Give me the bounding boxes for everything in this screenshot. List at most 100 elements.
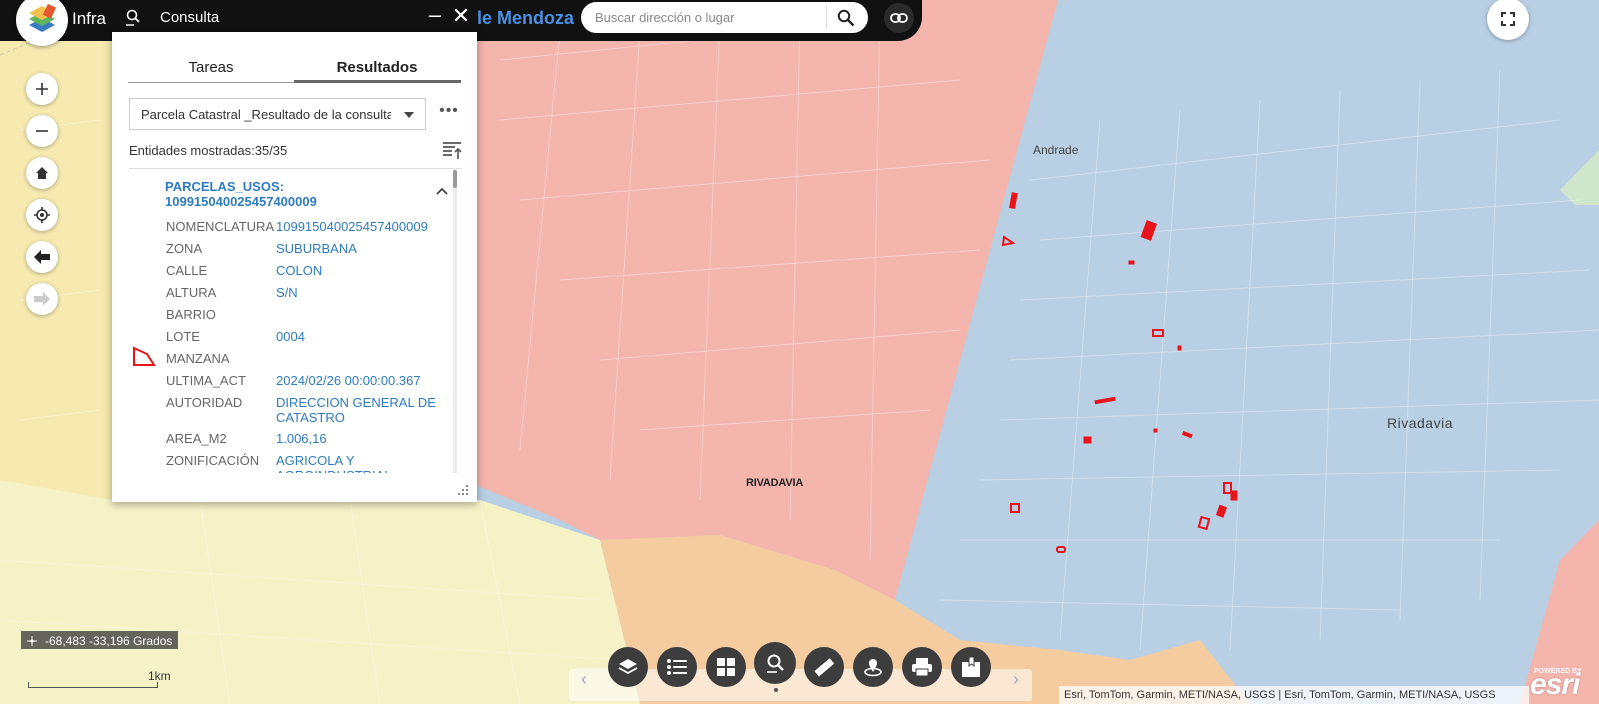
parcel	[1153, 428, 1158, 433]
panel-title: Consulta	[160, 9, 220, 26]
location-icon	[864, 659, 882, 677]
link-icon	[890, 13, 908, 23]
sort-button[interactable]	[442, 140, 462, 160]
coordinates-widget[interactable]: -68,483 -33,196 Grados	[21, 631, 179, 649]
chevron-up-icon	[436, 187, 448, 195]
toolbar-prev-button[interactable]: ‹	[574, 669, 594, 690]
attribute-value: 1.006,16	[276, 431, 327, 446]
search-icon	[837, 9, 855, 26]
bookmark-icon	[962, 656, 980, 677]
map-label-rivadavia-city: Rivadavia	[1387, 415, 1453, 431]
arrow-right-icon	[34, 292, 50, 306]
legend-button[interactable]	[657, 647, 697, 687]
previous-extent-button[interactable]	[26, 241, 58, 273]
layer-select-value: Parcela Catastral _Resultado de la consu…	[141, 107, 391, 122]
my-location-button[interactable]	[26, 199, 58, 231]
result-title-line2: 109915040025457400009	[165, 194, 317, 209]
fullscreen-icon	[1501, 12, 1515, 26]
app-title-right: le Mendoza	[477, 8, 575, 28]
scale-label: 1km	[148, 669, 171, 683]
attribute-name: ULTIMA_ACT	[166, 373, 246, 388]
home-button[interactable]	[26, 157, 58, 189]
map-label-andrade: Andrade	[1033, 143, 1079, 157]
parcel	[1177, 345, 1182, 351]
results-scrollbar[interactable]	[453, 168, 457, 473]
minimize-button[interactable]: –	[426, 2, 444, 28]
attribute-value: AGRICOLA Y AGROINDUSTRIAL	[276, 453, 392, 473]
zone-yellow-left	[0, 30, 112, 500]
layer-select[interactable]: Parcela Catastral _Resultado de la consu…	[129, 98, 426, 130]
results-list[interactable]: PARCELAS_USOS: 109915040025457400009 NOM…	[129, 168, 462, 473]
results-scrollbar-thumb[interactable]	[453, 170, 457, 188]
fullscreen-button[interactable]	[1487, 0, 1529, 40]
attribute-name: CALLE	[166, 263, 208, 278]
layers-button[interactable]	[608, 647, 648, 687]
search-box	[581, 2, 868, 33]
attribute-value: SUBURBANA	[276, 241, 357, 256]
print-button[interactable]	[902, 647, 942, 687]
attribute-name: AREA_M2	[166, 431, 227, 446]
attribute-value: DIRECCION GENERAL DE CATASTRO	[276, 395, 436, 425]
bookmark-button[interactable]	[951, 647, 991, 687]
search-button[interactable]	[831, 5, 861, 30]
measure-button[interactable]	[804, 647, 844, 687]
tab-resultados[interactable]: Resultados	[294, 59, 460, 76]
query-panel: Tareas Resultados Parcela Catastral _Res…	[112, 32, 477, 502]
attribute-name: MANZANA	[166, 351, 230, 366]
result-title-line1: PARCELAS_USOS:	[165, 179, 284, 194]
attribute-name: BARRIO	[166, 307, 216, 322]
parcel-symbol-icon	[131, 345, 157, 374]
attribute-value: COLON	[276, 263, 323, 278]
zoom-in-button[interactable]	[26, 73, 58, 105]
attribute-name: ALTURA	[166, 285, 217, 300]
layers-icon	[618, 659, 638, 675]
attribute-name: ZONIFICACIÓN	[166, 453, 260, 468]
layers-logo-icon	[29, 3, 57, 32]
resize-handle-icon[interactable]	[457, 483, 469, 495]
list-icon	[667, 659, 687, 675]
share-link-button[interactable]	[884, 3, 914, 33]
minus-icon	[36, 130, 48, 132]
chevron-down-icon	[404, 112, 414, 118]
map-label-rivadavia-dept: RIVADAVIA	[746, 477, 804, 489]
tab-tareas[interactable]: Tareas	[128, 59, 294, 76]
attribute-value: 0004	[276, 329, 305, 344]
result-title[interactable]: PARCELAS_USOS: 109915040025457400009	[165, 179, 425, 209]
attribute-name: NOMENCLATURA	[166, 219, 275, 234]
next-extent-button[interactable]	[26, 283, 58, 315]
toolbar-next-button[interactable]: ›	[1006, 669, 1026, 690]
location-button[interactable]	[853, 647, 893, 687]
crosshair-icon	[27, 636, 37, 646]
query-panel-icon	[124, 8, 142, 31]
query-button[interactable]	[754, 642, 796, 684]
attribute-value: S/N	[276, 285, 298, 300]
esri-logo[interactable]: esri	[1530, 668, 1580, 702]
attribute-name: AUTORIDAD	[166, 395, 243, 410]
scale-bar	[28, 682, 158, 688]
search-divider	[826, 6, 827, 29]
zoom-out-button[interactable]	[26, 115, 58, 147]
parcel	[1230, 490, 1238, 501]
parcel	[1128, 260, 1135, 265]
attribute-value: 109915040025457400009	[276, 219, 428, 234]
more-options-button[interactable]: •••	[438, 102, 460, 124]
active-tab-indicator	[294, 80, 461, 83]
ruler-icon	[814, 658, 835, 677]
toolbar-page-indicator	[774, 688, 778, 692]
basemap-button[interactable]	[706, 647, 746, 687]
app-title: Infra	[72, 9, 107, 28]
close-button[interactable]: ✕	[451, 3, 471, 29]
locate-icon	[34, 207, 50, 223]
grid-icon	[717, 658, 735, 676]
features-count: Entidades mostradas:35/35	[129, 143, 288, 158]
collapse-button[interactable]	[435, 184, 449, 198]
query-icon	[767, 654, 784, 673]
sort-icon	[443, 142, 462, 159]
attribute-name: LOTE	[166, 329, 200, 344]
arrow-left-icon	[34, 250, 50, 264]
search-input[interactable]	[595, 7, 825, 27]
home-icon	[36, 167, 48, 179]
attribute-name: ZONA	[166, 241, 203, 256]
app-logo	[16, 0, 68, 46]
attribute-value: 2024/02/26 00:00:00.367	[276, 373, 421, 388]
